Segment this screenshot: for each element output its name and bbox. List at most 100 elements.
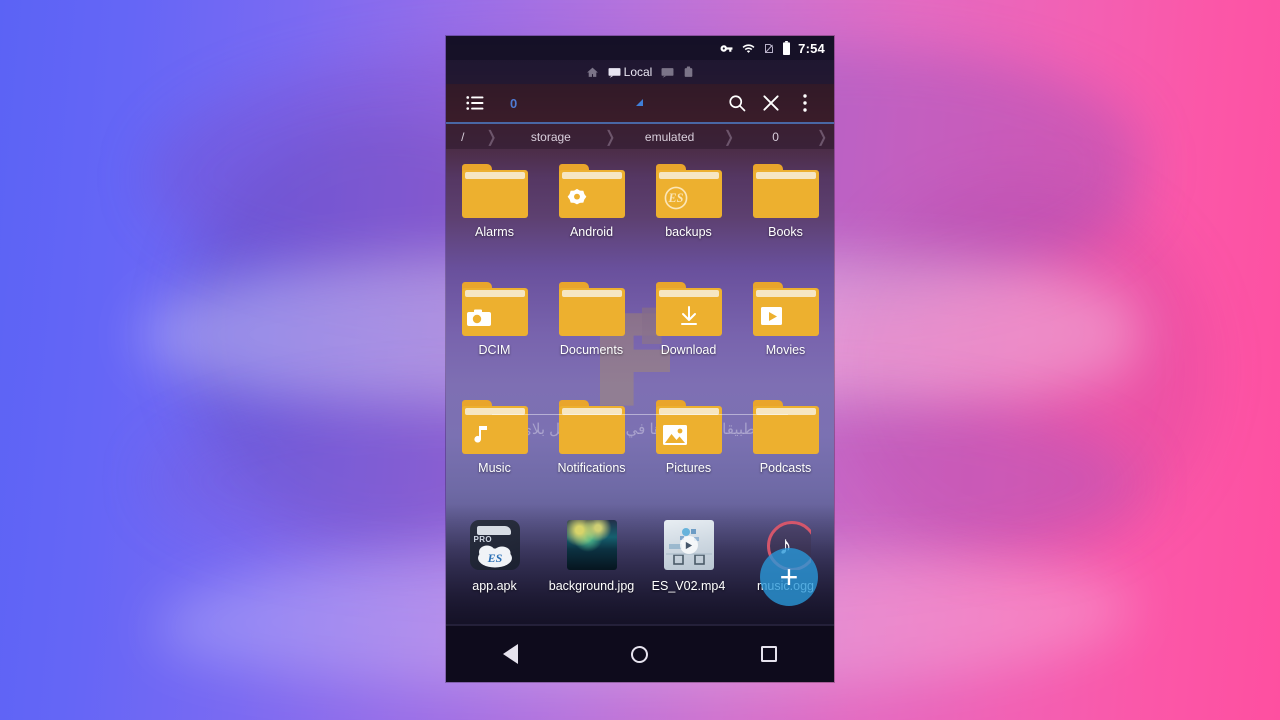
grid-item-label: app.apk	[472, 579, 517, 593]
tab-secondary[interactable]	[661, 67, 674, 78]
grid-item-label: Alarms	[475, 225, 514, 239]
sim-off-icon	[763, 42, 775, 55]
grid-item-label: Download	[660, 343, 717, 357]
selection-count: 0	[510, 95, 518, 111]
video-thumbnail	[655, 516, 723, 574]
home-tab-icon[interactable]	[586, 66, 599, 79]
chevron-right-icon: ❭	[815, 128, 829, 146]
image-icon	[662, 424, 688, 446]
page-root: تطبيقات لن تجدها في متجر جوجل بلاي 7:54 …	[0, 0, 1280, 720]
home-button[interactable]	[610, 631, 670, 677]
grid-item-label: Movies	[765, 343, 806, 357]
grid-item-alarms[interactable]: Alarms	[446, 156, 543, 274]
play-box-icon	[753, 296, 819, 336]
grid-item-label: Music	[478, 461, 511, 475]
es-logo-icon: ES	[656, 178, 722, 218]
grid-item-label: Pictures	[665, 461, 712, 475]
grid-item-label: Books	[768, 225, 803, 239]
tab-local-label: Local	[623, 65, 653, 79]
search-icon[interactable]	[720, 86, 754, 120]
folder-icon	[752, 162, 820, 220]
battery-icon	[782, 41, 791, 55]
folder-icon	[655, 398, 723, 456]
camera-icon	[466, 308, 492, 328]
music-note-icon	[462, 414, 528, 454]
grid-item-dcim[interactable]: DCIM	[446, 274, 543, 392]
grid-item-background-jpg[interactable]: background.jpg	[543, 510, 640, 628]
chevron-right-icon: ❭	[722, 128, 736, 146]
vpn-key-icon	[719, 42, 734, 55]
background-flag-shade-right	[830, 180, 1210, 560]
photo-thumbnail	[566, 520, 617, 570]
breadcrumb-root[interactable]: /	[446, 124, 480, 149]
download-arrow-icon	[656, 296, 722, 336]
grid-item-es-v02-mp4[interactable]: ES_V02.mp4	[640, 510, 737, 628]
breadcrumb: / ❭ storage ❭ emulated ❭ 0 ❭	[446, 124, 834, 149]
grid-item-backups[interactable]: ES backups	[640, 156, 737, 274]
grid-item-podcasts[interactable]: Podcasts	[737, 392, 834, 510]
folder-icon: ES	[655, 162, 723, 220]
grid-item-label: Documents	[559, 343, 624, 357]
grid-item-label: Android	[569, 225, 614, 239]
tab-tertiary[interactable]	[683, 66, 694, 78]
grid-row-separator	[492, 414, 788, 415]
wifi-icon	[741, 42, 756, 55]
breadcrumb-segment-0[interactable]: 0	[741, 124, 810, 149]
grid-item-label: background.jpg	[548, 579, 635, 593]
status-bar-clock: 7:54	[798, 40, 825, 56]
close-icon[interactable]	[754, 86, 788, 120]
grid-item-music[interactable]: Music	[446, 392, 543, 510]
apk-thumbnail: PRO ES	[461, 516, 529, 574]
grid-item-movies[interactable]: Movies	[737, 274, 834, 392]
es-file-explorer-pro-icon: PRO ES	[469, 520, 520, 570]
folder-icon	[752, 280, 820, 338]
more-vertical-icon[interactable]	[788, 86, 822, 120]
grid-item-notifications[interactable]: Notifications	[543, 392, 640, 510]
tab-local[interactable]: Local	[608, 65, 653, 79]
folder-icon	[461, 398, 529, 456]
apk-folder-top	[476, 526, 511, 535]
chevron-right-icon: ❭	[603, 128, 617, 146]
grid-item-label: DCIM	[478, 343, 511, 357]
toolbar-tab-indicator	[636, 99, 643, 106]
image-thumbnail	[558, 516, 626, 574]
back-button[interactable]	[481, 631, 541, 677]
folder-icon	[752, 398, 820, 456]
back-triangle-icon	[503, 644, 519, 664]
grid-item-label: backups	[665, 225, 712, 239]
grid-item-download[interactable]: Download	[640, 274, 737, 392]
add-button[interactable]: +	[760, 548, 818, 606]
window-icon	[608, 67, 621, 78]
svg-text:ES: ES	[486, 551, 502, 565]
chevron-right-icon: ❭	[484, 128, 499, 146]
grid-item-label: ES_V02.mp4	[651, 579, 726, 593]
folder-icon	[461, 162, 529, 220]
play-icon	[679, 536, 698, 554]
status-bar: 7:54	[446, 36, 834, 60]
recents-square-icon	[761, 646, 778, 662]
folder-icon	[558, 398, 626, 456]
tab-strip: Local	[446, 60, 834, 84]
breadcrumb-segment-emulated[interactable]: emulated	[622, 124, 717, 149]
folder-icon	[558, 280, 626, 338]
folder-icon	[461, 280, 529, 338]
folder-icon	[655, 280, 723, 338]
grid-item-label: Podcasts	[759, 461, 812, 475]
window-icon	[661, 67, 674, 78]
grid-item-pictures[interactable]: Pictures	[640, 392, 737, 510]
folder-icon	[558, 162, 626, 220]
grid-item-app-apk[interactable]: PRO ES app.apk	[446, 510, 543, 628]
grid-item-android[interactable]: Android	[543, 156, 640, 274]
svg-text:ES: ES	[667, 191, 683, 205]
breadcrumb-segment-storage[interactable]: storage	[503, 124, 598, 149]
recents-button[interactable]	[739, 631, 799, 677]
window-icon	[685, 66, 693, 77]
video-preview	[663, 520, 714, 570]
android-gear-icon	[559, 178, 625, 218]
home-circle-icon	[631, 645, 649, 663]
grid-item-documents[interactable]: Documents	[543, 274, 640, 392]
list-view-icon[interactable]	[458, 86, 492, 120]
grid-item-label: Notifications	[557, 461, 626, 475]
android-navigation-bar	[446, 626, 834, 682]
grid-item-books[interactable]: Books	[737, 156, 834, 274]
